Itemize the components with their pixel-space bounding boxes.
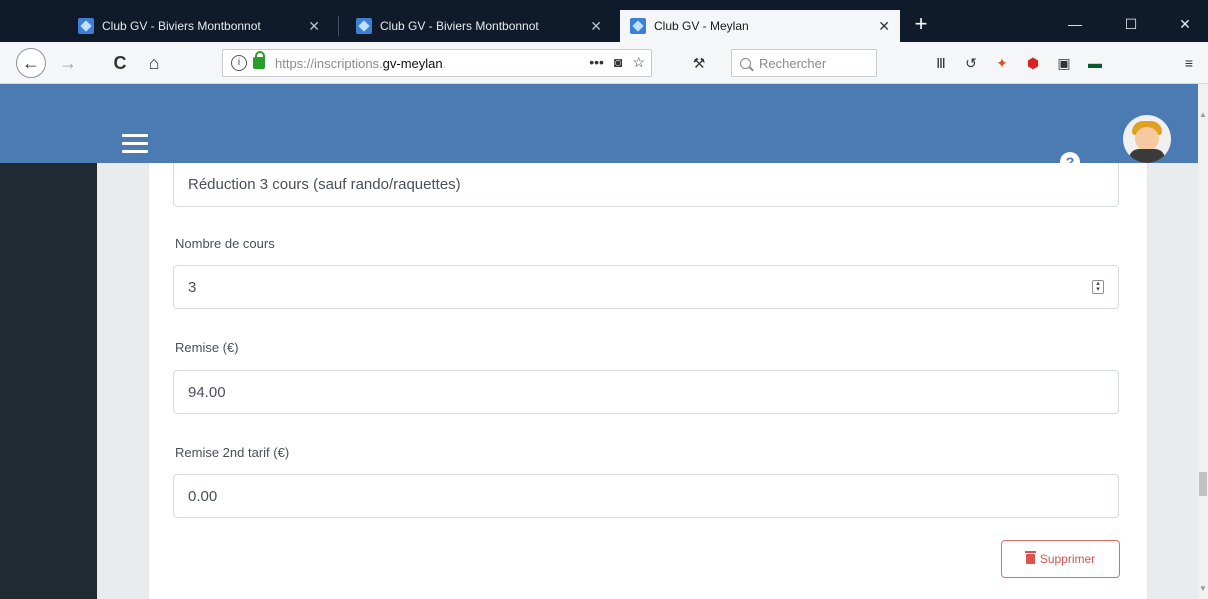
- menu-icon[interactable]: ≡: [1180, 54, 1198, 72]
- site-info-icon[interactable]: i: [231, 55, 247, 71]
- extension-2-icon[interactable]: ▬: [1086, 54, 1104, 72]
- tab-separator: [338, 16, 339, 36]
- tab-title: Club GV - Biviers Montbonnot: [380, 19, 539, 33]
- tab-biviers-2[interactable]: Club GV - Biviers Montbonnot ✕: [346, 10, 612, 42]
- description-value: Réduction 3 cours (sauf rando/raquettes): [188, 176, 461, 193]
- number-stepper-icon[interactable]: ▴ ▾: [1092, 280, 1104, 294]
- tab-close-icon[interactable]: ✕: [590, 18, 602, 35]
- discount-input[interactable]: 94.00: [173, 370, 1119, 414]
- window-close-button[interactable]: ✕: [1162, 12, 1208, 36]
- home-button[interactable]: ⌂: [140, 50, 168, 76]
- tab-title: Club GV - Biviers Montbonnot: [102, 19, 261, 33]
- browser-tab-bar: Club GV - Biviers Montbonnot ✕ Club GV -…: [0, 0, 1208, 42]
- wrench-icon[interactable]: ⚒: [690, 54, 708, 72]
- club-gv-favicon-icon: [78, 18, 94, 34]
- sidebar: [0, 163, 97, 599]
- tab-meylan[interactable]: Club GV - Meylan ✕: [620, 10, 900, 42]
- courses-number-input[interactable]: 3 ▴ ▾: [173, 265, 1119, 309]
- app-header: [0, 84, 1198, 163]
- avatar[interactable]: [1123, 115, 1171, 163]
- tab-title: Club GV - Meylan: [654, 19, 749, 33]
- tab-close-icon[interactable]: ✕: [878, 18, 890, 35]
- maximize-button[interactable]: ☐: [1108, 12, 1154, 36]
- adblock-icon[interactable]: ⬢: [1024, 54, 1042, 72]
- library-icon[interactable]: Ⅲ: [932, 54, 950, 72]
- tab-biviers-1[interactable]: Club GV - Biviers Montbonnot ✕: [68, 10, 330, 42]
- avatar-face: [1135, 127, 1159, 151]
- back-button[interactable]: ←: [16, 48, 46, 78]
- scrollbar-thumb[interactable]: [1199, 472, 1207, 496]
- reader-icon[interactable]: ▣: [1055, 54, 1073, 72]
- delete-label: Supprimer: [1039, 552, 1096, 566]
- extension-icon[interactable]: ✦: [993, 54, 1011, 72]
- avatar-body: [1129, 149, 1165, 163]
- page-actions-icon[interactable]: •••: [589, 54, 604, 71]
- url-fade: .: [442, 55, 447, 71]
- search-placeholder: Rechercher: [759, 55, 827, 71]
- page-scrollbar[interactable]: ▲ ▼: [1198, 84, 1208, 599]
- courses-label: Nombre de cours: [175, 236, 275, 251]
- new-tab-button[interactable]: +: [906, 12, 936, 38]
- form-card: Réduction 3 cours (sauf rando/raquettes)…: [148, 163, 1148, 599]
- forward-button[interactable]: →: [54, 50, 82, 76]
- bookmark-star-icon[interactable]: ☆: [632, 54, 645, 71]
- url-prefix: https://inscriptions.: [275, 55, 383, 71]
- hamburger-menu-icon[interactable]: [122, 134, 148, 154]
- tab-close-icon[interactable]: ✕: [308, 18, 320, 35]
- discount2-input[interactable]: 0.00: [173, 474, 1119, 518]
- minimize-button[interactable]: —: [1052, 12, 1098, 36]
- scroll-up-icon[interactable]: ▲: [1199, 110, 1207, 119]
- discount-label: Remise (€): [175, 340, 239, 355]
- trash-icon: [1024, 551, 1036, 564]
- search-icon: [740, 57, 751, 69]
- url-actions: ••• ◙ ☆: [589, 54, 645, 71]
- browser-nav-bar: ← → C ⌂ i https://inscriptions. gv-meylan…: [0, 42, 1208, 84]
- club-gv-favicon-icon: [630, 18, 646, 34]
- url-host: gv-meylan: [382, 55, 443, 71]
- search-input[interactable]: Rechercher: [731, 49, 877, 77]
- courses-value: 3: [188, 278, 197, 296]
- url-bar[interactable]: i https://inscriptions. gv-meylan. ••• ◙ …: [222, 49, 652, 77]
- discount2-label: Remise 2nd tarif (€): [175, 445, 290, 460]
- discount-value: 94.00: [188, 383, 226, 401]
- club-gv-favicon-icon: [356, 18, 372, 34]
- lock-icon: [253, 51, 265, 69]
- description-input[interactable]: Réduction 3 cours (sauf rando/raquettes): [173, 163, 1119, 207]
- discount2-value: 0.00: [188, 487, 218, 505]
- reload-button[interactable]: C: [106, 50, 134, 76]
- main-content: Réduction 3 cours (sauf rando/raquettes)…: [97, 163, 1198, 599]
- pocket-icon[interactable]: ◙: [614, 54, 622, 71]
- history-icon[interactable]: ↺: [962, 54, 980, 72]
- scroll-down-icon[interactable]: ▼: [1199, 584, 1207, 593]
- delete-button[interactable]: Supprimer: [1001, 540, 1120, 578]
